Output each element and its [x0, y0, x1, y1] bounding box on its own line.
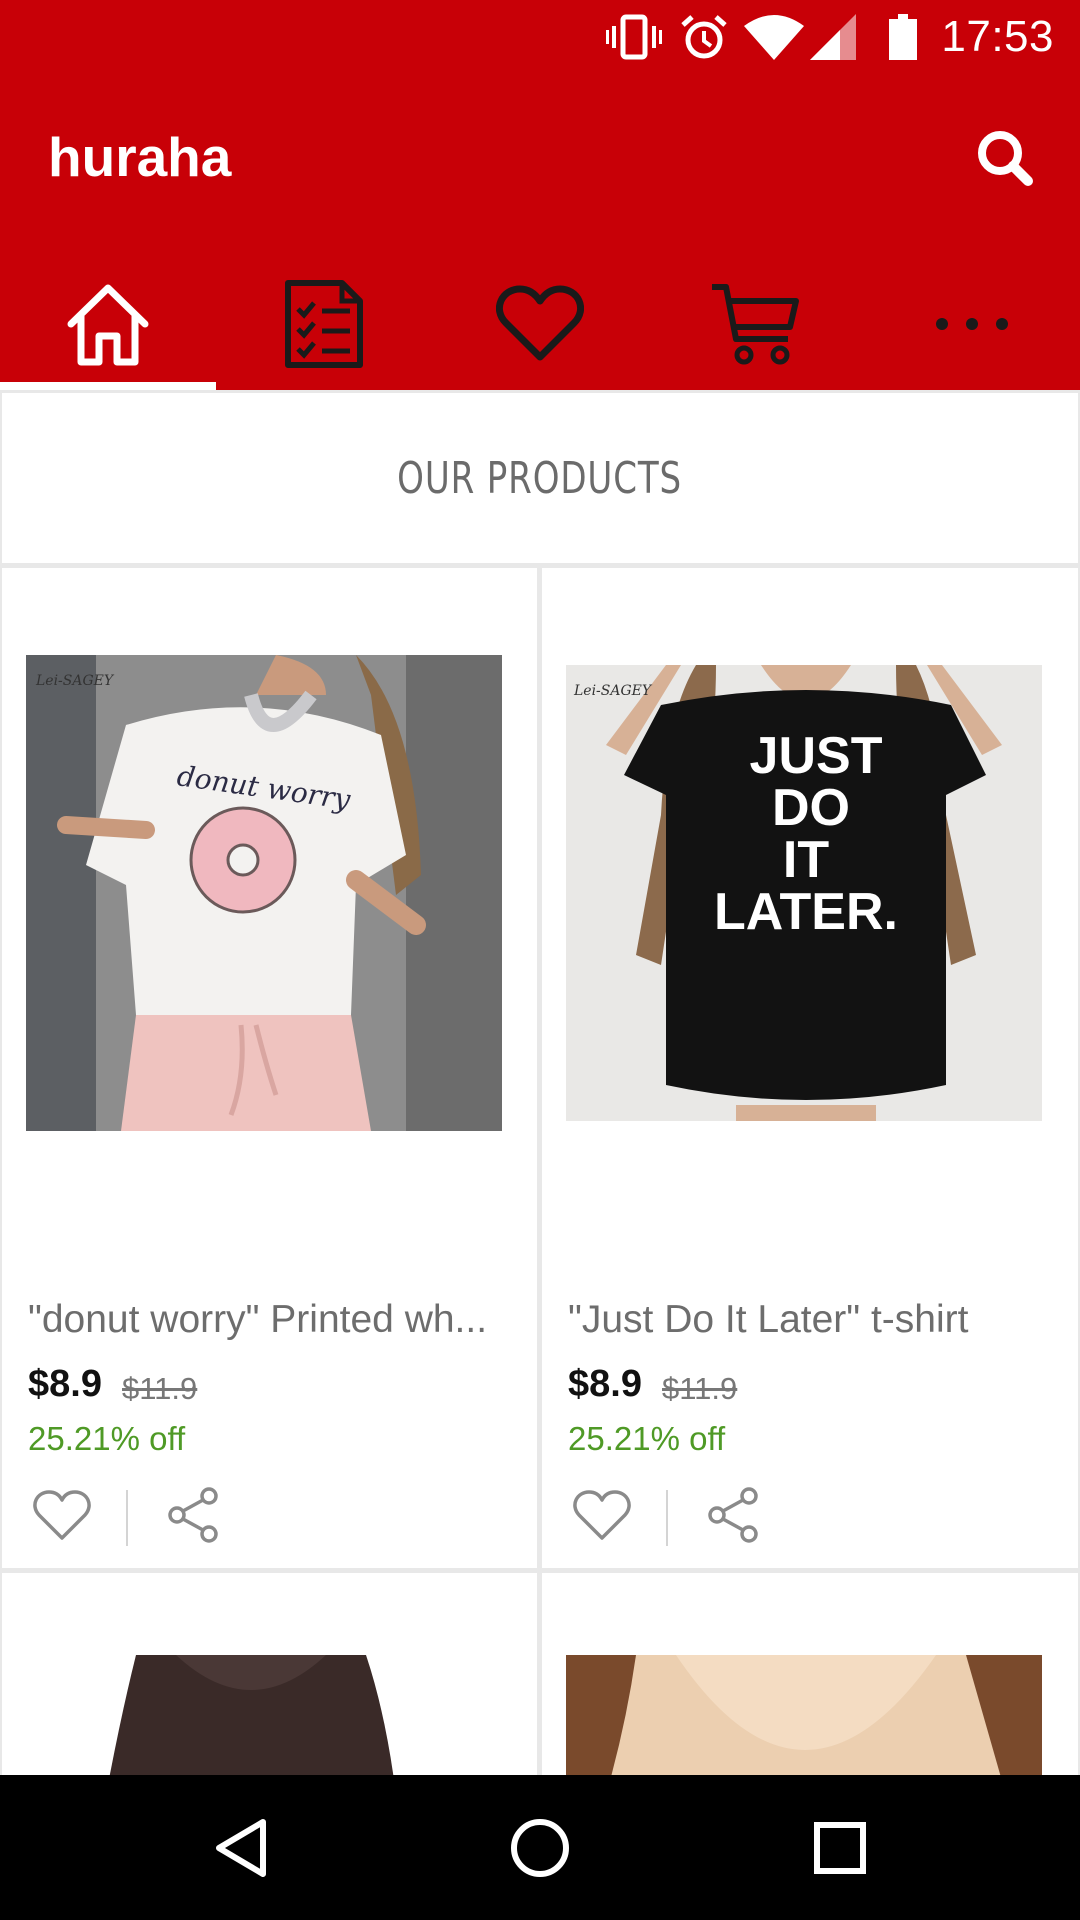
heart-outline-icon: [573, 1490, 631, 1540]
shirt-print-line-3: IT: [783, 831, 829, 889]
tab-indicator: [0, 382, 216, 390]
add-to-wishlist-button[interactable]: [572, 1488, 632, 1544]
orders-list-icon: [285, 280, 363, 368]
wifi-icon: [744, 15, 804, 60]
home-icon: [67, 284, 149, 366]
shirt-print-line-4: LATER.: [714, 883, 898, 941]
product-photo: donut worry Lei-SAGEY: [26, 655, 502, 1131]
product-image-just-do-it-later[interactable]: JUST DO IT LATER. Lei-SAGEY: [566, 665, 1042, 1121]
search-icon: [978, 131, 1033, 186]
product-image-4[interactable]: [566, 1655, 1042, 1775]
share-button[interactable]: [707, 1486, 761, 1544]
battery-icon: [889, 14, 917, 60]
tab-favorites[interactable]: [432, 258, 648, 390]
section-header: OUR PRODUCTS: [2, 393, 1078, 563]
app-bar: huraha: [0, 75, 1080, 390]
nav-recents-button[interactable]: [795, 1803, 885, 1893]
tab-home[interactable]: [0, 258, 216, 390]
recents-icon: [814, 1822, 866, 1874]
share-button[interactable]: [167, 1486, 221, 1544]
product-image-3[interactable]: [26, 1655, 502, 1775]
product-photo: [26, 1655, 502, 1775]
product-original-price: $11.9: [122, 1371, 198, 1406]
product-discount: 25.21% off: [568, 1420, 726, 1457]
brand-watermark: Lei-SAGEY: [35, 673, 115, 689]
product-card-4[interactable]: [542, 1573, 1078, 1775]
product-name[interactable]: "donut worry" Printed wh...: [28, 1298, 518, 1342]
product-discount: 25.21% off: [28, 1420, 186, 1457]
tab-more[interactable]: [864, 258, 1080, 390]
product-photo: [566, 1655, 1042, 1775]
shirt-print-line-2: DO: [772, 779, 850, 837]
system-nav-bar: [0, 1775, 1080, 1920]
more-icon: [936, 318, 1008, 330]
add-to-wishlist-button[interactable]: [32, 1488, 92, 1544]
product-name[interactable]: "Just Do It Later" t-shirt: [568, 1298, 1058, 1342]
action-divider: [126, 1490, 128, 1546]
tab-cart[interactable]: [648, 258, 864, 390]
product-price: $8.9: [568, 1363, 642, 1405]
home-circle-icon: [511, 1819, 569, 1877]
brand-watermark: Lei-SAGEY: [573, 683, 653, 699]
action-divider: [666, 1490, 668, 1546]
app-title: huraha: [48, 126, 232, 188]
signal-icon: [810, 14, 856, 60]
product-card-3[interactable]: [2, 1573, 537, 1775]
share-icon: [708, 1487, 758, 1543]
nav-back-button[interactable]: [196, 1803, 286, 1893]
heart-icon: [496, 285, 584, 361]
product-photo: JUST DO IT LATER. Lei-SAGEY: [566, 665, 1042, 1121]
status-time: 17:53: [941, 12, 1054, 61]
share-icon: [168, 1487, 218, 1543]
product-image-donut-worry[interactable]: donut worry Lei-SAGEY: [26, 655, 502, 1131]
vibrate-icon: [606, 14, 662, 60]
nav-home-button[interactable]: [495, 1803, 585, 1893]
product-feed[interactable]: OUR PRODUCTS donut worry Lei-SAGEY "donu…: [0, 390, 1080, 1775]
product-card-2[interactable]: JUST DO IT LATER. Lei-SAGEY "Just Do It …: [542, 568, 1078, 1568]
tab-orders[interactable]: [216, 258, 432, 390]
product-price: $8.9: [28, 1363, 102, 1405]
back-icon: [216, 1819, 266, 1877]
status-bar: 17:53: [0, 0, 1080, 75]
product-original-price: $11.9: [662, 1371, 738, 1406]
cart-icon: [712, 284, 799, 365]
section-title: OUR PRODUCTS: [397, 452, 683, 504]
shirt-print-line-1: JUST: [750, 727, 883, 785]
alarm-icon: [681, 15, 727, 59]
product-card-1[interactable]: donut worry Lei-SAGEY "donut worry" Prin…: [2, 568, 537, 1568]
heart-outline-icon: [33, 1490, 91, 1540]
search-button[interactable]: [970, 123, 1040, 193]
